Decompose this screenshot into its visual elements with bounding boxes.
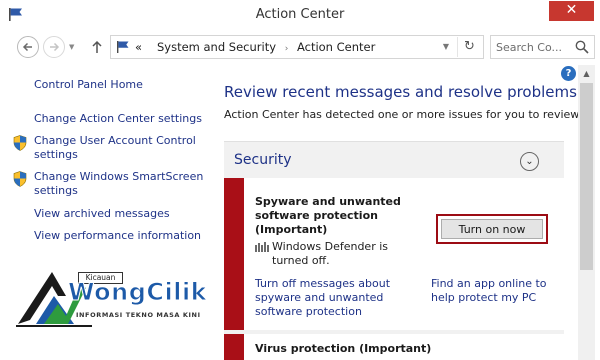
breadcrumb-action-center[interactable]: Action Center <box>297 40 375 54</box>
sidebar-item-label: View performance information <box>34 229 202 242</box>
title-bar: Action Center ✕ <box>0 0 600 29</box>
chevron-up-icon: ▲ <box>583 69 590 78</box>
watermark-tagline: INFORMASI TEKNO MASA KINI <box>76 311 201 319</box>
sidebar-item-label: View archived messages <box>34 207 170 220</box>
up-icon <box>92 40 102 53</box>
scrollbar-thumb[interactable] <box>580 83 593 270</box>
navigation-bar: ▼ « › System and Security › Action Cente… <box>0 29 600 65</box>
main-content: Review recent messages and resolve probl… <box>210 65 582 360</box>
search-box[interactable] <box>490 35 595 59</box>
sidebar-item-change-smartscreen-settings[interactable]: Change Windows SmartScreen settings <box>13 170 206 198</box>
recent-locations-button[interactable]: ▼ <box>69 42 79 52</box>
collapse-section-button[interactable]: ⌄ <box>520 152 539 171</box>
search-input[interactable] <box>496 39 571 55</box>
alert-card: Virus protection (Important) <box>224 334 564 360</box>
page-title: Review recent messages and resolve probl… <box>224 83 577 101</box>
security-section: Security ⌄ Spyware and unwanted software… <box>224 141 564 360</box>
flag-icon <box>117 41 129 53</box>
breadcrumb-overflow[interactable]: « <box>135 40 142 54</box>
back-button[interactable] <box>17 36 39 58</box>
alert-title: Virus protection (Important) <box>255 342 432 355</box>
forward-icon <box>50 42 60 52</box>
help-icon: ? <box>565 68 572 79</box>
refresh-button[interactable]: ↻ <box>457 37 481 57</box>
watermark-logo: Kicauan WongCilik INFORMASI TEKNO MASA K… <box>0 262 230 332</box>
sidebar-item-view-archived-messages[interactable]: View archived messages <box>34 207 206 221</box>
scroll-up-button[interactable]: ▲ <box>578 65 595 82</box>
help-button[interactable]: ? <box>561 66 576 81</box>
search-icon <box>575 40 589 54</box>
sidebar-item-label: Change User Account Control settings <box>34 134 196 161</box>
section-title[interactable]: Security <box>234 152 292 168</box>
refresh-icon: ↻ <box>464 39 475 54</box>
address-bar[interactable]: « › System and Security › Action Center … <box>110 35 484 59</box>
chevron-down-icon: ▼ <box>442 42 450 51</box>
turn-on-now-button[interactable]: Turn on now <box>441 219 543 239</box>
up-button[interactable] <box>88 37 106 57</box>
uac-shield-icon <box>13 135 27 151</box>
window-title: Action Center <box>255 7 345 22</box>
sidebar-item-label: Change Action Center settings <box>34 112 202 125</box>
sidebar-item-view-performance-information[interactable]: View performance information <box>34 229 206 243</box>
turn-off-messages-link[interactable]: Turn off messages about spyware and unwa… <box>255 277 430 319</box>
windows-defender-icon <box>255 242 269 252</box>
sidebar-item-change-uac-settings[interactable]: Change User Account Control settings <box>13 134 206 162</box>
alert-status-text: Windows Defender is turned off. <box>272 240 389 267</box>
breadcrumb: « › System and Security › Action Center <box>135 40 375 54</box>
alert-card: Spyware and unwanted software protection… <box>224 178 564 330</box>
address-history-dropdown[interactable]: ▼ <box>439 39 453 55</box>
uac-shield-icon <box>13 171 27 187</box>
back-icon <box>22 42 32 52</box>
sidebar-item-change-action-center-settings[interactable]: Change Action Center settings <box>34 112 206 126</box>
alert-title: Spyware and unwanted software protection… <box>255 195 401 236</box>
highlight-box: Turn on now <box>436 214 548 244</box>
find-app-online-link[interactable]: Find an app online to help protect my PC <box>431 277 553 305</box>
page-description: Action Center has detected one or more i… <box>224 108 582 121</box>
alert-severity-bar <box>224 334 244 360</box>
breadcrumb-separator[interactable]: › <box>285 44 289 54</box>
close-button[interactable]: ✕ <box>549 1 594 21</box>
recent-locations-icon: ▼ <box>69 43 75 51</box>
forward-button[interactable] <box>43 36 65 58</box>
breadcrumb-system-and-security[interactable]: System and Security <box>157 40 276 54</box>
vertical-scrollbar[interactable]: ▲ <box>578 65 595 360</box>
watermark-brand-name: WongCilik <box>67 278 208 307</box>
chevron-down-icon: ⌄ <box>525 156 534 167</box>
sidebar-item-label: Change Windows SmartScreen settings <box>34 170 204 197</box>
control-panel-home-link[interactable]: Control Panel Home <box>34 78 206 92</box>
